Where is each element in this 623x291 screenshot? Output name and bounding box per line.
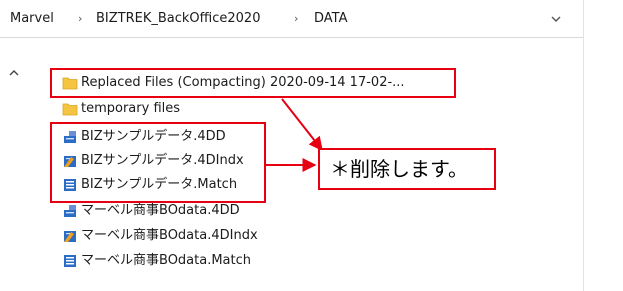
highlight-box-replaced-folder [50,68,456,98]
explorer-window: Marvel › BIZTREK_BackOffice2020 › DATA R… [0,0,583,291]
breadcrumb-item-data[interactable]: DATA [314,9,348,29]
4dd-file-icon [64,205,76,217]
highlight-box-biz-files [50,122,266,203]
delete-annotation: ＊削除します。 [318,148,496,190]
file-name: マーベル商事BOdata.4DIndx [81,228,258,243]
file-name: マーベル商事BOdata.Match [81,253,252,268]
address-bar[interactable]: Marvel › BIZTREK_BackOffice2020 › DATA [0,0,583,38]
folder-icon [62,103,78,116]
breadcrumb-separator: › [78,12,83,25]
file-name: temporary files [81,101,181,116]
4dindx-file-icon [64,231,76,242]
breadcrumb-separator: › [294,12,299,25]
file-name: マーベル商事BOdata.4DD [81,203,240,218]
match-file-icon [64,255,76,267]
breadcrumb-item-biztrek[interactable]: BIZTREK_BackOffice2020 [96,9,260,29]
pane-divider [583,0,584,291]
breadcrumb-item-marvel[interactable]: Marvel [10,9,54,29]
chevron-down-icon[interactable] [548,11,564,27]
